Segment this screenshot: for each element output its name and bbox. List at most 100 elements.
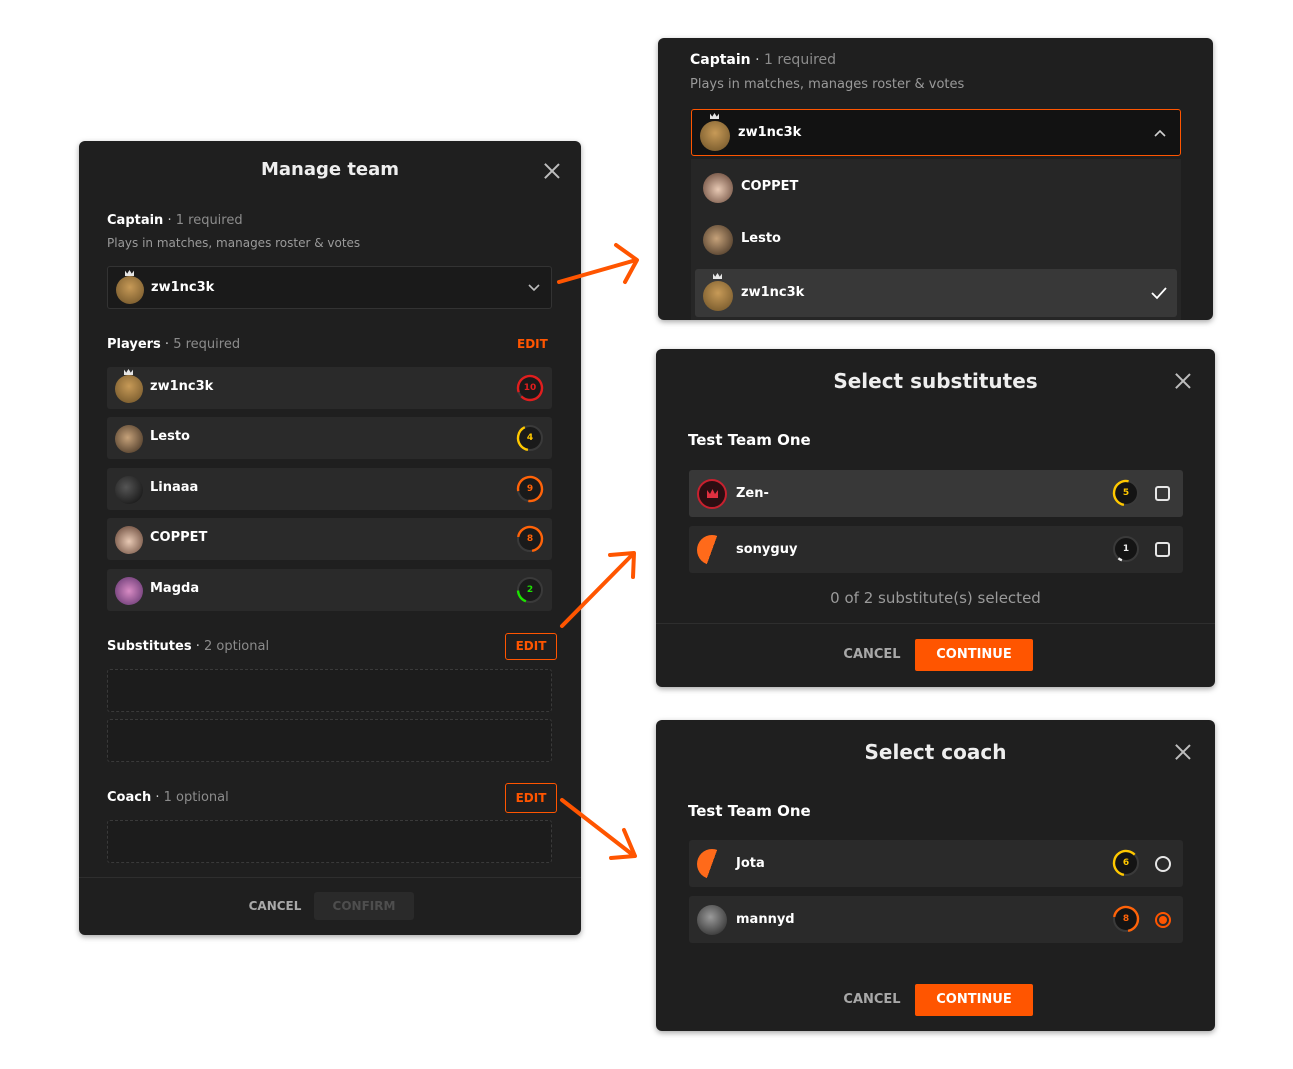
check-icon bbox=[1151, 287, 1167, 300]
avatar bbox=[703, 225, 733, 255]
coach-slot[interactable] bbox=[107, 820, 552, 863]
cancel-button[interactable]: CANCEL bbox=[836, 640, 908, 670]
selection-status: 0 of 2 substitute(s) selected bbox=[830, 589, 1041, 607]
captain-section-label: Captain · 1 required bbox=[690, 52, 837, 68]
level-number: 2 bbox=[526, 585, 534, 595]
chevron-down-icon bbox=[528, 284, 540, 292]
chevron-up-icon bbox=[1154, 129, 1166, 137]
captain-description: Plays in matches, manages roster & votes bbox=[107, 236, 361, 250]
modal-title: Manage team bbox=[260, 159, 400, 180]
level-number: 1 bbox=[1122, 544, 1130, 554]
avatar bbox=[116, 276, 144, 304]
level-number: 9 bbox=[526, 484, 534, 494]
captain-section-label: Captain · 1 required bbox=[107, 213, 243, 228]
player-row: Magda 2 bbox=[107, 569, 552, 611]
captain-description: Plays in matches, manages roster & votes bbox=[690, 77, 965, 92]
avatar bbox=[697, 535, 727, 565]
level-number: 6 bbox=[1122, 858, 1130, 868]
option-name: COPPET bbox=[741, 179, 799, 194]
player-name: Magda bbox=[150, 581, 200, 596]
crown-icon bbox=[124, 369, 133, 375]
team-name: Test Team One bbox=[688, 431, 811, 449]
level-badge-icon: 8 bbox=[1111, 904, 1141, 934]
close-icon[interactable] bbox=[1175, 373, 1191, 389]
continue-button[interactable]: CONTINUE bbox=[915, 984, 1033, 1016]
substitute-checkbox[interactable] bbox=[1155, 542, 1170, 557]
level-badge-icon: 10 bbox=[515, 373, 545, 403]
player-name: sonyguy bbox=[736, 542, 798, 557]
coach-radio[interactable] bbox=[1155, 912, 1171, 928]
avatar bbox=[700, 121, 730, 151]
modal-title: Select substitutes bbox=[833, 369, 1038, 393]
substitutes-edit-button[interactable]: EDIT bbox=[505, 633, 557, 660]
cancel-button[interactable]: CANCEL bbox=[239, 892, 311, 920]
level-badge-icon: 1 bbox=[1111, 534, 1141, 564]
coach-edit-button[interactable]: EDIT bbox=[505, 783, 557, 813]
level-badge-icon: 8 bbox=[515, 524, 545, 554]
crown-icon bbox=[710, 113, 719, 119]
player-row: COPPET 8 bbox=[107, 518, 552, 560]
players-section-label: Players · 5 required bbox=[107, 337, 241, 352]
player-name: Linaaa bbox=[150, 480, 199, 495]
crown-icon bbox=[713, 273, 722, 279]
footer-divider bbox=[656, 623, 1215, 624]
avatar bbox=[703, 173, 733, 203]
substitute-slot[interactable] bbox=[107, 719, 552, 762]
team-name: Test Team One bbox=[688, 802, 811, 820]
avatar bbox=[697, 849, 727, 879]
option-name: Lesto bbox=[741, 231, 781, 246]
confirm-button[interactable]: CONFIRM bbox=[314, 892, 414, 920]
cancel-button[interactable]: CANCEL bbox=[836, 985, 908, 1015]
continue-button[interactable]: CONTINUE bbox=[915, 639, 1033, 671]
level-badge-icon: 4 bbox=[515, 423, 545, 453]
coach-radio[interactable] bbox=[1155, 856, 1171, 872]
modal-title: Select coach bbox=[864, 740, 1007, 764]
players-edit-link[interactable]: EDIT bbox=[517, 337, 548, 351]
level-number: 10 bbox=[523, 383, 537, 393]
substitute-option[interactable]: Zen- 5 bbox=[689, 470, 1183, 517]
dropdown-option[interactable]: Lesto bbox=[695, 215, 1177, 263]
level-number: 8 bbox=[1122, 914, 1130, 924]
captain-select[interactable]: zw1nc3k bbox=[691, 109, 1181, 156]
crown-icon bbox=[125, 270, 134, 276]
level-number: 4 bbox=[526, 433, 534, 443]
footer-divider bbox=[656, 966, 1215, 967]
level-badge-icon: 2 bbox=[515, 575, 545, 605]
close-icon[interactable] bbox=[1175, 744, 1191, 760]
captain-name: zw1nc3k bbox=[738, 125, 802, 140]
substitute-checkbox[interactable] bbox=[1155, 486, 1170, 501]
avatar bbox=[115, 375, 143, 403]
avatar bbox=[697, 905, 727, 935]
substitute-option[interactable]: sonyguy 1 bbox=[689, 526, 1183, 573]
player-row: Lesto 4 bbox=[107, 417, 552, 459]
select-substitutes-modal: Select substitutes Test Team One Zen- 5 … bbox=[656, 349, 1215, 687]
player-name: Lesto bbox=[150, 429, 190, 444]
level-badge-icon: 6 bbox=[1111, 848, 1141, 878]
substitutes-section-label: Substitutes · 2 optional bbox=[107, 639, 270, 654]
select-coach-modal: Select coach Test Team One Jota 6 mannyd… bbox=[656, 720, 1215, 1031]
avatar bbox=[115, 425, 143, 453]
player-name: zw1nc3k bbox=[150, 379, 214, 394]
level-number: 5 bbox=[1122, 488, 1130, 498]
footer-divider bbox=[79, 877, 581, 878]
close-icon[interactable] bbox=[544, 163, 560, 179]
dropdown-option[interactable]: COPPET bbox=[695, 163, 1177, 211]
coach-option[interactable]: Jota 6 bbox=[689, 840, 1183, 887]
coach-option[interactable]: mannyd 8 bbox=[689, 896, 1183, 943]
manage-team-modal: Manage team Captain · 1 required Plays i… bbox=[79, 141, 581, 935]
avatar bbox=[115, 476, 143, 504]
level-badge-icon: 9 bbox=[515, 474, 545, 504]
captain-dropdown-panel: Captain · 1 required Plays in matches, m… bbox=[658, 38, 1213, 320]
player-row: Linaaa 9 bbox=[107, 468, 552, 510]
substitute-slot[interactable] bbox=[107, 669, 552, 712]
dropdown-option[interactable]: zw1nc3k bbox=[695, 269, 1177, 317]
player-name: Zen- bbox=[736, 486, 769, 501]
captain-name: zw1nc3k bbox=[151, 280, 215, 295]
avatar bbox=[115, 526, 143, 554]
coach-section-label: Coach · 1 optional bbox=[107, 790, 229, 805]
dropdown-list: COPPET Lesto zw1nc3k bbox=[691, 159, 1181, 320]
player-name: Jota bbox=[736, 856, 765, 871]
avatar bbox=[703, 281, 733, 311]
option-name: zw1nc3k bbox=[741, 285, 805, 300]
captain-select[interactable]: zw1nc3k bbox=[107, 266, 552, 309]
